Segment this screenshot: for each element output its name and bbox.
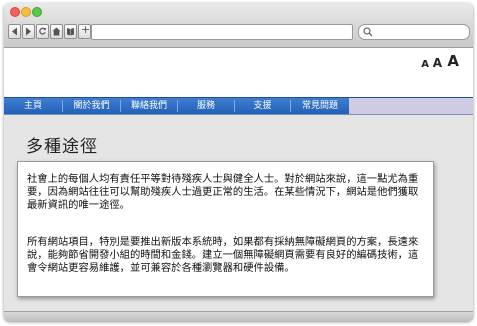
nav-menu-bar: 主頁 關於我們 聯絡我們 服務 支援 常見問題 xyxy=(4,98,349,114)
search-input[interactable] xyxy=(358,24,470,40)
forward-button[interactable] xyxy=(22,24,35,39)
nav-item-about[interactable]: 關於我們 xyxy=(63,98,120,114)
nav-item-faq[interactable]: 常見問題 xyxy=(291,98,349,114)
browser-status-bar xyxy=(4,311,473,321)
main-navigation: 主頁 關於我們 聯絡我們 服務 支援 常見問題 xyxy=(4,97,473,115)
browser-toolbar: + xyxy=(4,3,473,48)
zoom-window-button[interactable] xyxy=(32,7,42,17)
reload-icon xyxy=(39,27,47,35)
back-arrow-icon xyxy=(12,27,17,36)
article-paragraph: 社會上的每個人均有責任平等對待殘疾人士與健全人士。對於網站來說，這一點尤為重要，… xyxy=(27,173,419,211)
nav-item-contact[interactable]: 聯絡我們 xyxy=(121,98,177,114)
nav-item-home[interactable]: 主頁 xyxy=(4,98,62,114)
home-icon xyxy=(52,27,61,36)
forward-arrow-icon xyxy=(26,27,31,36)
article-paragraph: 所有網站項目，特別是要推出新版本系統時，如果都有採納無障礙網頁的方案，長遠來說，… xyxy=(27,236,419,274)
reload-button[interactable] xyxy=(36,24,49,39)
font-size-large-button[interactable]: A xyxy=(447,52,459,70)
minimize-window-button[interactable] xyxy=(21,7,31,17)
font-size-medium-button[interactable]: A xyxy=(433,56,442,70)
font-size-small-button[interactable]: A xyxy=(421,59,429,70)
address-bar[interactable] xyxy=(91,24,353,40)
article-box: 社會上的每個人均有責任平等對待殘疾人士與健全人士。對於網站來說，這一點尤為重要，… xyxy=(17,161,434,297)
nav-item-services[interactable]: 服務 xyxy=(178,98,234,114)
browser-window: + A A A 主頁 關於我們 聯絡我們 服務 支援 常見問題 多種途徑 社會上… xyxy=(4,3,473,321)
book-icon xyxy=(67,28,74,36)
main-content-area: 多種途徑 社會上的每個人均有責任平等對待殘疾人士與健全人士。對於網站來說，這一點… xyxy=(4,115,473,311)
page-title: 多種途徑 xyxy=(26,137,98,157)
home-button[interactable] xyxy=(50,24,63,39)
search-icon xyxy=(363,27,373,37)
nav-item-support[interactable]: 支援 xyxy=(235,98,290,114)
bookmarks-button[interactable] xyxy=(64,24,77,39)
back-button[interactable] xyxy=(8,24,21,39)
plus-icon: + xyxy=(81,23,91,36)
close-window-button[interactable] xyxy=(10,7,20,17)
new-tab-button[interactable]: + xyxy=(78,23,91,39)
web-page: A A A 主頁 關於我們 聯絡我們 服務 支援 常見問題 多種途徑 社會上的每… xyxy=(4,48,473,311)
